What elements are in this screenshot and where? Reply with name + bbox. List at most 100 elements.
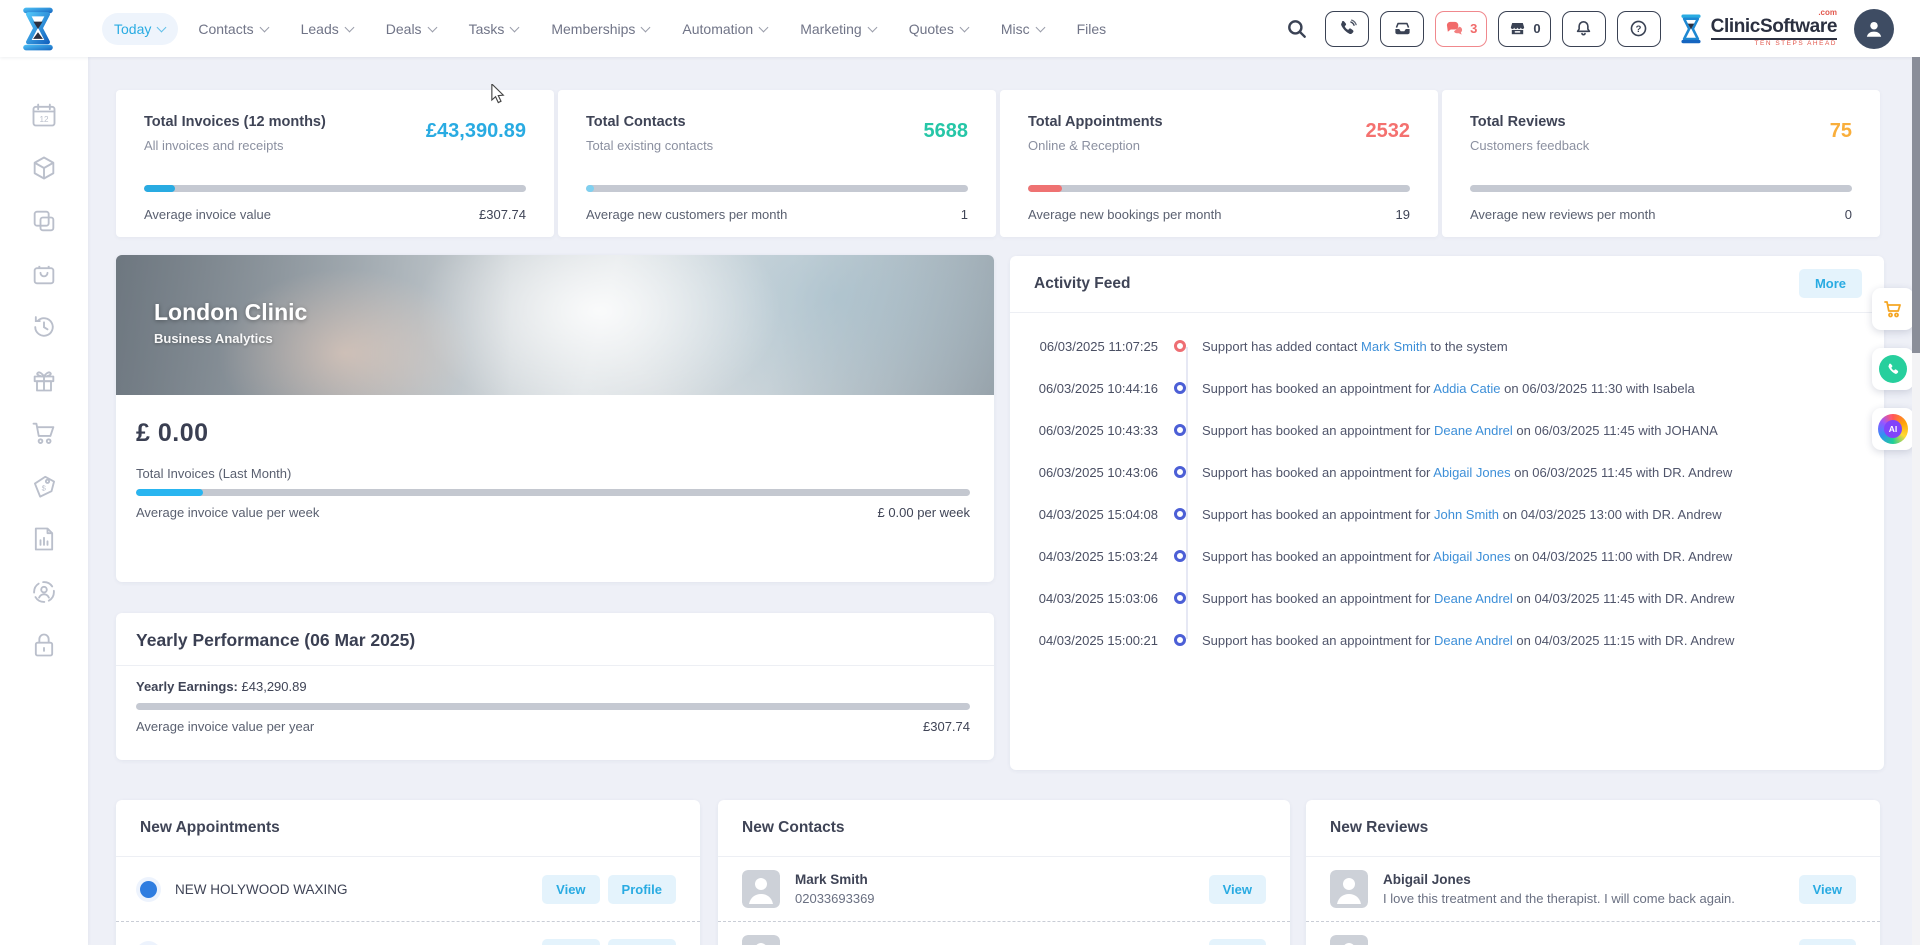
phone-icon	[1338, 19, 1357, 38]
chat-bubbles-icon	[1445, 19, 1464, 38]
scrollbar-thumb[interactable]	[1912, 57, 1920, 353]
activity-time: 04/03/2025 15:03:06	[1010, 591, 1158, 606]
left-sidebar: 12 $	[0, 57, 88, 945]
activity-text: Support has booked an appointment for Ad…	[1202, 381, 1695, 396]
more-button[interactable]: More	[1799, 269, 1862, 298]
timeline-ring-icon	[1174, 466, 1186, 478]
floating-cart-button[interactable]	[1872, 288, 1914, 330]
stat-avg-value: 1	[961, 207, 968, 222]
stat-avg-value: £307.74	[479, 207, 526, 222]
chevron-down-icon	[641, 22, 650, 31]
new-reviews-card: New Reviews Abigail Jones I love this tr…	[1306, 800, 1880, 945]
brand-tld: .com	[1818, 9, 1837, 17]
nav-item-memberships[interactable]: Memberships	[539, 13, 662, 45]
inbox-button[interactable]	[1380, 11, 1424, 47]
stat-title: Total Appointments	[1028, 114, 1410, 130]
last-month-avg-value: £ 0.00 per week	[877, 505, 970, 520]
nav-label: Deals	[386, 21, 422, 37]
floating-call-button[interactable]	[1872, 348, 1914, 390]
search-icon[interactable]	[1286, 18, 1308, 40]
activity-text: Support has booked an appointment for Ab…	[1202, 549, 1732, 564]
contact-avatar	[742, 870, 780, 908]
nav-item-automation[interactable]: Automation	[670, 13, 780, 45]
history-clock-icon[interactable]	[30, 313, 58, 341]
view-button[interactable]: View	[542, 939, 599, 945]
timeline-ring-icon	[1174, 382, 1186, 394]
activity-text: Support has booked an appointment for Jo…	[1202, 507, 1722, 522]
contact-row: Mark Smith 02033693369 View	[718, 857, 1290, 921]
calendar-date-icon[interactable]: 12	[30, 101, 58, 129]
reviewer-avatar	[1330, 935, 1368, 945]
profile-button[interactable]: Profile	[608, 939, 676, 945]
view-button[interactable]: View	[1209, 939, 1266, 945]
user-status-icon[interactable]	[30, 578, 58, 606]
activity-time: 06/03/2025 10:44:16	[1010, 381, 1158, 396]
shopping-cart-icon[interactable]	[30, 419, 58, 447]
view-button[interactable]: View	[1799, 875, 1856, 904]
gift-icon[interactable]	[30, 366, 58, 394]
phone-dialer-button[interactable]	[1325, 11, 1369, 47]
nav-label: Misc	[1001, 21, 1030, 37]
contact-link[interactable]: Mark Smith	[1361, 339, 1427, 354]
contact-phone: 02033693369	[795, 891, 1155, 906]
contact-link[interactable]: Abigail Jones	[1433, 465, 1510, 480]
nav-item-marketing[interactable]: Marketing	[788, 13, 888, 45]
app-logo-hourglass-icon[interactable]	[16, 6, 60, 52]
stat-subtitle: Total existing contacts	[586, 138, 968, 153]
activity-time: 06/03/2025 11:07:25	[1010, 339, 1158, 354]
view-button[interactable]: View	[1799, 939, 1856, 945]
activity-time: 04/03/2025 15:04:08	[1010, 507, 1158, 522]
help-button[interactable]: ?	[1617, 11, 1661, 47]
contact-link[interactable]: Addia Catie	[1433, 381, 1500, 396]
notifications-button[interactable]	[1562, 11, 1606, 47]
timeline-ring-icon	[1174, 340, 1186, 352]
report-chart-icon[interactable]	[30, 525, 58, 553]
nav-item-misc[interactable]: Misc	[989, 13, 1057, 45]
view-button[interactable]: View	[1209, 875, 1266, 904]
nav-item-quotes[interactable]: Quotes	[897, 13, 981, 45]
contact-link[interactable]: Abigail Jones	[1433, 549, 1510, 564]
nav-item-files[interactable]: Files	[1065, 13, 1119, 45]
store-button[interactable]: 0	[1498, 11, 1550, 47]
contact-link[interactable]: Deane Andrel	[1434, 633, 1513, 648]
basket-calendar-icon[interactable]	[30, 260, 58, 288]
clinicsoftware-logo[interactable]: .com ClinicSoftware TEN STEPS AHEAD	[1678, 9, 1837, 48]
overlap-windows-icon[interactable]	[30, 207, 58, 235]
last-month-progress-bar	[136, 489, 970, 496]
reviewer-name: Abigail Jones	[1383, 872, 1787, 887]
nav-item-contacts[interactable]: Contacts	[186, 13, 280, 45]
stat-title: Total Reviews	[1470, 114, 1852, 130]
user-avatar[interactable]	[1854, 9, 1894, 49]
chevron-down-icon	[960, 22, 969, 31]
chat-messages-button[interactable]: 3	[1435, 11, 1487, 47]
main-nav: Today Contacts Leads Deals Tasks Members…	[102, 13, 1118, 45]
stat-progress-bar	[1470, 185, 1852, 192]
yearly-performance-card: Yearly Performance (06 Mar 2025) Yearly …	[116, 613, 994, 760]
nav-item-tasks[interactable]: Tasks	[457, 13, 532, 45]
floating-ai-button[interactable]: AI	[1872, 408, 1914, 450]
profile-button[interactable]: Profile	[608, 875, 676, 904]
svg-text:$: $	[42, 484, 47, 493]
nav-item-deals[interactable]: Deals	[374, 13, 449, 45]
stat-value: 75	[1830, 120, 1852, 143]
timeline-ring-icon	[1174, 424, 1186, 436]
view-button[interactable]: View	[542, 875, 599, 904]
activity-entry: 04/03/2025 15:03:24 Support has booked a…	[1010, 535, 1884, 577]
timeline-ring-icon	[1174, 592, 1186, 604]
chevron-down-icon	[428, 22, 437, 31]
contact-link[interactable]: Deane Andrel	[1434, 423, 1513, 438]
nav-item-leads[interactable]: Leads	[289, 13, 366, 45]
nav-item-today[interactable]: Today	[102, 13, 178, 45]
activity-entry: 06/03/2025 10:43:06 Support has booked a…	[1010, 451, 1884, 493]
brand-name: ClinicSoftware	[1711, 16, 1837, 37]
price-tag-icon[interactable]: $	[30, 472, 58, 500]
stat-avg-label: Average new bookings per month	[1028, 207, 1221, 222]
contact-link[interactable]: Deane Andrel	[1434, 591, 1513, 606]
new-contacts-card: New Contacts Mark Smith 02033693369 View…	[718, 800, 1290, 945]
package-cube-icon[interactable]	[30, 154, 58, 182]
nav-label: Tasks	[469, 21, 505, 37]
contact-link[interactable]: John Smith	[1434, 507, 1499, 522]
lock-icon[interactable]	[30, 631, 58, 659]
appointment-row: NEW HOLYWOOD WAXING View Profile	[116, 857, 700, 921]
contact-row: Unknown Caller View	[718, 921, 1290, 945]
